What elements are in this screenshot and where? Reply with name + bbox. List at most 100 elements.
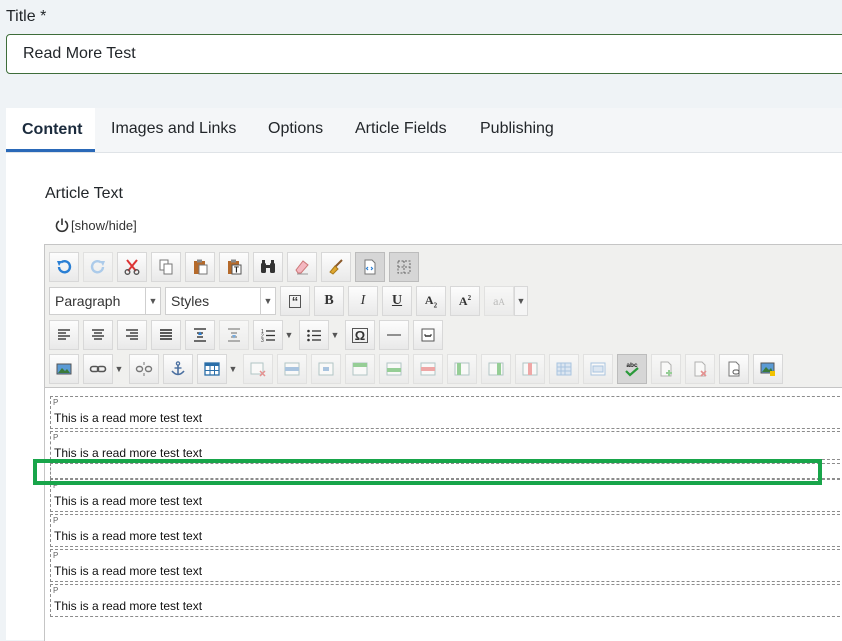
insert-before-button[interactable] — [651, 354, 681, 384]
table-row-icon — [284, 362, 300, 376]
find-button[interactable] — [253, 252, 283, 282]
insert-image-button[interactable] — [49, 354, 79, 384]
col-after-button[interactable] — [481, 354, 511, 384]
horizontal-rule-button[interactable] — [379, 320, 409, 350]
insert-link-button[interactable] — [83, 354, 113, 384]
cleanup-button[interactable] — [321, 252, 351, 282]
paragraph-text: This is a read more test text — [54, 564, 203, 578]
insert-table-button[interactable] — [197, 354, 227, 384]
align-right-button[interactable] — [117, 320, 147, 350]
image-edit-icon — [760, 362, 775, 376]
format-select[interactable]: Paragraph ▼ — [49, 287, 161, 315]
scissors-icon — [124, 259, 140, 275]
table-icon — [204, 362, 220, 376]
delete-col-button[interactable] — [515, 354, 545, 384]
row-before-button[interactable] — [345, 354, 375, 384]
numbered-list-button[interactable]: 123 — [253, 320, 283, 350]
remove-format-button[interactable] — [287, 252, 317, 282]
chevron-down-icon[interactable]: ▼ — [329, 320, 341, 350]
paste-text-button[interactable]: T — [219, 252, 249, 282]
delete-column-icon — [522, 362, 538, 376]
svg-text:T: T — [234, 266, 239, 275]
visual-chars-button[interactable] — [355, 252, 385, 282]
unlink-button[interactable] — [129, 354, 159, 384]
underline-button[interactable]: U — [382, 286, 412, 316]
indent-icon — [194, 328, 206, 342]
split-cells-icon — [556, 362, 572, 376]
italic-button[interactable]: I — [348, 286, 378, 316]
paragraph-block[interactable]: P This is a read more test text — [50, 514, 842, 547]
cell-props-button[interactable] — [311, 354, 341, 384]
image-icon — [56, 363, 72, 375]
link-icon — [89, 365, 107, 373]
block-tag: P — [53, 516, 59, 525]
tab-images-and-links[interactable]: Images and Links — [111, 108, 236, 152]
tab-article-fields[interactable]: Article Fields — [355, 108, 447, 152]
bold-button[interactable]: B — [314, 286, 344, 316]
redo-button[interactable] — [83, 252, 113, 282]
blockquote-button[interactable]: “ — [280, 286, 310, 316]
chevron-down-icon[interactable]: ▼ — [227, 354, 239, 384]
paragraph-block[interactable]: P This is a read more test text — [50, 396, 842, 429]
spellcheck-button[interactable]: abc — [617, 354, 647, 384]
tab-options[interactable]: Options — [268, 108, 323, 152]
binoculars-icon — [261, 260, 275, 273]
row-props-button[interactable] — [277, 354, 307, 384]
horizontal-rule-icon — [387, 334, 401, 336]
font-size-button[interactable]: aA — [484, 286, 514, 316]
delete-element-button[interactable] — [685, 354, 715, 384]
undo-icon — [57, 260, 72, 274]
paragraph-block[interactable]: P This is a read more test text — [50, 549, 842, 582]
insert-row-after-icon — [386, 362, 402, 376]
chevron-down-icon[interactable]: ▼ — [283, 320, 295, 350]
toolbar-row-3: 123 ▼ ▼ Ω — [49, 320, 447, 350]
justify-button[interactable] — [151, 320, 181, 350]
paragraph-block[interactable]: P This is a read more test text — [50, 584, 842, 617]
document-add-icon — [660, 361, 672, 377]
toolbar-row-2: Paragraph ▼ Styles ▼ “ B I U A2 A2 aA ▼ — [49, 286, 532, 316]
row-after-button[interactable] — [379, 354, 409, 384]
delete-row-button[interactable] — [413, 354, 443, 384]
outdent-button[interactable] — [219, 320, 249, 350]
merge-cells-button[interactable] — [583, 354, 613, 384]
paragraph-text: This is a read more test text — [54, 494, 203, 508]
template-button[interactable] — [719, 354, 749, 384]
paragraph-text: This is a read more test text — [54, 411, 203, 425]
document-link-icon — [728, 361, 740, 377]
special-char-button[interactable]: Ω — [345, 320, 375, 350]
subscript-button[interactable]: A2 — [416, 286, 446, 316]
pagebreak-button[interactable] — [413, 320, 443, 350]
title-input[interactable]: Read More Test — [6, 34, 842, 74]
anchor-button[interactable] — [163, 354, 193, 384]
article-text-label: Article Text — [45, 185, 123, 202]
tab-publishing[interactable]: Publishing — [480, 108, 554, 152]
styles-select-value: Styles — [171, 293, 210, 309]
format-select-value: Paragraph — [55, 293, 121, 309]
media-button[interactable] — [753, 354, 783, 384]
chevron-down-icon[interactable]: ▼ — [113, 354, 125, 384]
align-left-button[interactable] — [49, 320, 79, 350]
chevron-down-icon[interactable]: ▼ — [514, 286, 528, 316]
superscript-button[interactable]: A2 — [450, 286, 480, 316]
highlight-box — [33, 459, 822, 485]
show-hide-toggle[interactable]: [show/hide] — [54, 217, 137, 233]
paste-button[interactable] — [185, 252, 215, 282]
block-tag: P — [53, 586, 59, 595]
undo-button[interactable] — [49, 252, 79, 282]
cut-button[interactable] — [117, 252, 147, 282]
visual-aid-button[interactable] — [389, 252, 419, 282]
align-center-button[interactable] — [83, 320, 113, 350]
delete-table-button[interactable] — [243, 354, 273, 384]
paragraph-block[interactable]: P This is a read more test text — [50, 431, 842, 460]
paragraph-text: This is a read more test text — [54, 446, 203, 460]
bullet-list-button[interactable] — [299, 320, 329, 350]
split-cells-button[interactable] — [549, 354, 579, 384]
unlink-icon — [135, 362, 153, 376]
quote-icon: “ — [288, 294, 302, 308]
italic-icon: I — [360, 293, 366, 308]
col-before-button[interactable] — [447, 354, 477, 384]
indent-button[interactable] — [185, 320, 215, 350]
styles-select[interactable]: Styles ▼ — [165, 287, 276, 315]
tab-content[interactable]: Content — [6, 108, 95, 152]
copy-button[interactable] — [151, 252, 181, 282]
